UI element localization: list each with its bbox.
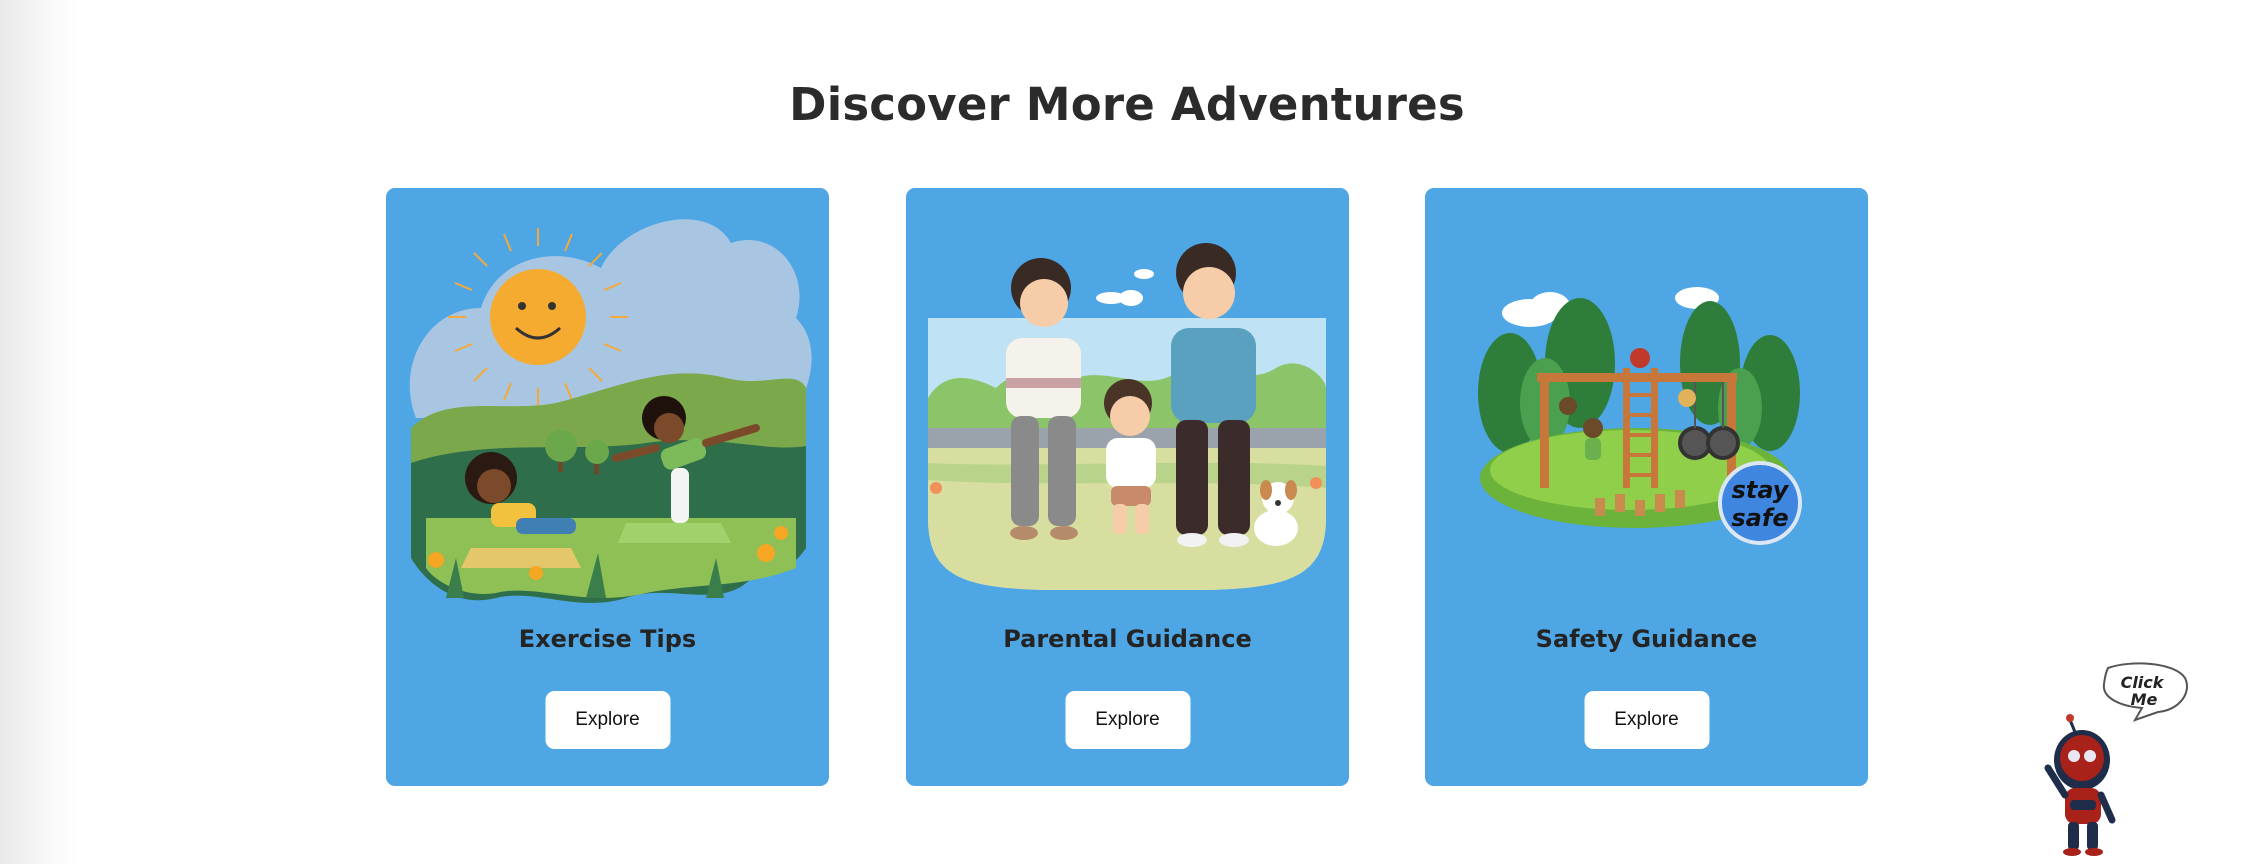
card-exercise-tips: Exercise Tips Explore xyxy=(386,188,829,786)
card-title: Exercise Tips xyxy=(518,625,697,653)
card-title: Safety Guidance xyxy=(1535,625,1758,653)
section-title: Discover More Adventures xyxy=(789,78,1465,131)
explore-button-exercise-tips[interactable]: Explore xyxy=(545,691,670,749)
card-title: Parental Guidance xyxy=(1003,625,1252,653)
stay-safe-badge-line-1: stay xyxy=(1732,476,1790,504)
family-illustration xyxy=(928,243,1326,590)
robot-mascot-icon[interactable]: Click Me xyxy=(2040,660,2190,860)
playground-illustration: stay safe xyxy=(1478,287,1802,545)
exercise-illustration xyxy=(409,219,812,603)
mascot-speech-line-2: Me xyxy=(2131,690,2158,709)
card-safety-guidance: stay safe Safety Guidance Explore xyxy=(1425,188,1868,786)
explore-button-safety-guidance[interactable]: Explore xyxy=(1584,691,1709,749)
explore-button-parental-guidance[interactable]: Explore xyxy=(1065,691,1190,749)
card-parental-guidance: Parental Guidance Explore xyxy=(906,188,1349,786)
page: Discover More Adventures Exercise Tips E… xyxy=(0,0,2254,864)
stay-safe-badge-line-2: safe xyxy=(1731,504,1788,532)
